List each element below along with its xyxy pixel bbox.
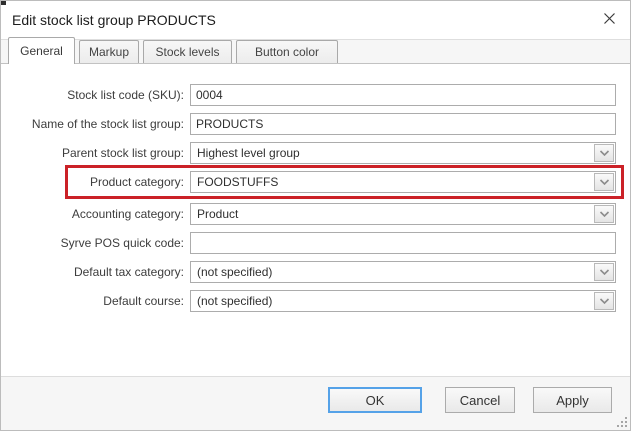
apply-button[interactable]: Apply: [533, 387, 612, 413]
tab-stock-levels[interactable]: Stock levels: [143, 40, 232, 63]
chevron-down-icon: [599, 144, 610, 162]
pos-quick-code-label: Syrve POS quick code:: [1, 236, 190, 250]
group-name-input[interactable]: [190, 113, 616, 135]
cancel-button[interactable]: Cancel: [445, 387, 515, 413]
product-category-select[interactable]: FOODSTUFFS: [190, 171, 616, 193]
tab-button-color[interactable]: Button color: [236, 40, 338, 63]
titlebar: Edit stock list group PRODUCTS: [1, 1, 630, 39]
default-tax-category-value: (not specified): [197, 265, 272, 279]
form-row-highlighted: Product category: FOODSTUFFS: [1, 171, 616, 193]
form-row: Parent stock list group: Highest level g…: [1, 142, 616, 164]
pos-quick-code-input[interactable]: [190, 232, 616, 254]
product-category-label: Product category:: [1, 175, 190, 189]
parent-group-value: Highest level group: [197, 146, 300, 160]
chevron-down-icon: [599, 173, 610, 191]
tab-label: General: [20, 44, 63, 58]
product-category-value: FOODSTUFFS: [197, 175, 278, 189]
tab-strip: General Markup Stock levels Button color: [1, 39, 630, 64]
default-course-value: (not specified): [197, 294, 272, 308]
stock-list-code-label: Stock list code (SKU):: [1, 88, 190, 102]
dropdown-button[interactable]: [594, 144, 614, 162]
general-tab-panel: Stock list code (SKU): Name of the stock…: [1, 64, 630, 312]
tab-label: Markup: [89, 45, 129, 59]
resize-grip[interactable]: [617, 417, 628, 428]
close-button[interactable]: [594, 7, 624, 33]
form-row: Default course: (not specified): [1, 290, 616, 312]
group-name-label: Name of the stock list group:: [1, 117, 190, 131]
tab-general[interactable]: General: [8, 37, 75, 64]
parent-group-label: Parent stock list group:: [1, 146, 190, 160]
dropdown-button[interactable]: [594, 292, 614, 310]
footer-bar: OK Cancel Apply: [1, 376, 630, 430]
ok-button[interactable]: OK: [328, 387, 422, 413]
default-course-select[interactable]: (not specified): [190, 290, 616, 312]
parent-group-select[interactable]: Highest level group: [190, 142, 616, 164]
accounting-category-value: Product: [197, 207, 238, 221]
form-row: Name of the stock list group:: [1, 113, 616, 135]
accounting-category-select[interactable]: Product: [190, 203, 616, 225]
window-corner-artifact: [1, 1, 6, 5]
chevron-down-icon: [599, 205, 610, 223]
form-row: Syrve POS quick code:: [1, 232, 616, 254]
edit-stock-list-group-dialog: Edit stock list group PRODUCTS General M…: [0, 0, 631, 431]
form-row: Accounting category: Product: [1, 203, 616, 225]
dropdown-button[interactable]: [594, 263, 614, 281]
dialog-title: Edit stock list group PRODUCTS: [12, 12, 594, 28]
dropdown-button[interactable]: [594, 205, 614, 223]
tab-markup[interactable]: Markup: [79, 40, 139, 63]
form-row: Default tax category: (not specified): [1, 261, 616, 283]
chevron-down-icon: [599, 263, 610, 281]
tab-label: Stock levels: [155, 45, 219, 59]
close-icon: [603, 12, 616, 28]
form-row: Stock list code (SKU):: [1, 84, 616, 106]
accounting-category-label: Accounting category:: [1, 207, 190, 221]
default-tax-category-select[interactable]: (not specified): [190, 261, 616, 283]
default-course-label: Default course:: [1, 294, 190, 308]
stock-list-code-input[interactable]: [190, 84, 616, 106]
dropdown-button[interactable]: [594, 173, 614, 191]
default-tax-category-label: Default tax category:: [1, 265, 190, 279]
chevron-down-icon: [599, 292, 610, 310]
tab-label: Button color: [255, 45, 319, 59]
